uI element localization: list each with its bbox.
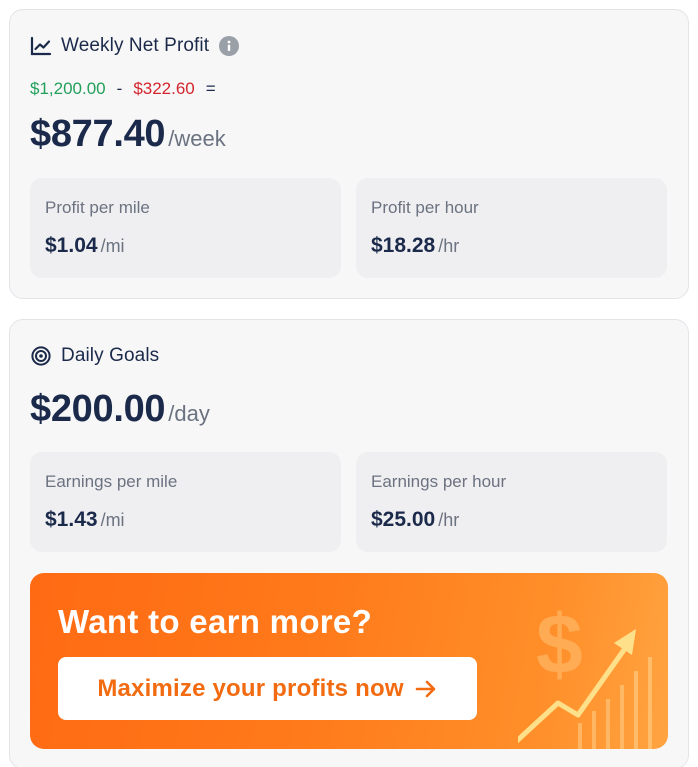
- profit-card-header: Weekly Net Profit: [30, 34, 240, 58]
- profit-equation: $1,200.00 - $322.60 =: [30, 79, 227, 99]
- promo-title: Want to earn more?: [58, 603, 373, 640]
- net-profit-value: $877.40: [30, 113, 166, 155]
- stat-unit: /hr: [438, 510, 460, 530]
- stat-label: Profit per hour: [371, 198, 479, 217]
- stat-label: Profit per mile: [45, 198, 150, 217]
- profit-per-mile-box: Profit per mile $1.04 /mi: [30, 178, 341, 278]
- net-profit-display: $877.40 /week: [30, 113, 226, 156]
- arrow-right-icon: [414, 678, 438, 700]
- stat-label: Earnings per hour: [371, 472, 507, 491]
- stat-unit: /hr: [438, 236, 460, 256]
- daily-goal-display: $200.00 /day: [30, 388, 210, 431]
- earnings-per-mile-box: Earnings per mile $1.43 /mi: [30, 452, 341, 552]
- earn-more-promo-banner: $ Want to earn more? Maximize your profi…: [30, 573, 668, 749]
- net-profit-unit: /week: [168, 126, 226, 151]
- maximize-profits-button[interactable]: Maximize your profits now: [58, 657, 477, 720]
- stat-unit: /mi: [100, 236, 125, 256]
- minus-sign: -: [116, 79, 123, 98]
- stat-unit: /mi: [100, 510, 125, 530]
- stat-number: $1.04: [45, 234, 98, 257]
- stat-value-row: $1.04 /mi: [45, 234, 125, 258]
- goals-card-header: Daily Goals: [30, 344, 159, 368]
- dollar-growth-icon: $: [518, 597, 652, 749]
- expenses-value: $322.60: [133, 79, 195, 98]
- svg-text:$: $: [536, 597, 583, 691]
- daily-goal-unit: /day: [168, 401, 210, 426]
- earnings-per-hour-box: Earnings per hour $25.00 /hr: [356, 452, 667, 552]
- info-icon[interactable]: [219, 36, 240, 56]
- maximize-profits-label: Maximize your profits now: [97, 674, 404, 702]
- stat-number: $18.28: [371, 234, 436, 257]
- goals-card-title: Daily Goals: [61, 345, 160, 366]
- income-value: $1,200.00: [30, 79, 106, 98]
- line-chart-icon: [30, 35, 52, 57]
- stat-value-row: $1.43 /mi: [45, 508, 125, 532]
- profit-card-title: Weekly Net Profit: [61, 35, 210, 56]
- target-icon: [30, 345, 52, 367]
- daily-goals-card: Daily Goals $200.00 /day Earnings per mi…: [9, 319, 689, 767]
- stat-number: $1.43: [45, 508, 98, 531]
- weekly-net-profit-card: Weekly Net Profit $1,200.00 - $322.60 = …: [9, 9, 689, 299]
- stat-label: Earnings per mile: [45, 472, 178, 491]
- stat-number: $25.00: [371, 508, 436, 531]
- equals-sign: =: [205, 79, 216, 98]
- stat-value-row: $18.28 /hr: [371, 234, 459, 258]
- daily-goal-value: $200.00: [30, 388, 166, 430]
- profit-per-hour-box: Profit per hour $18.28 /hr: [356, 178, 667, 278]
- stat-value-row: $25.00 /hr: [371, 508, 459, 532]
